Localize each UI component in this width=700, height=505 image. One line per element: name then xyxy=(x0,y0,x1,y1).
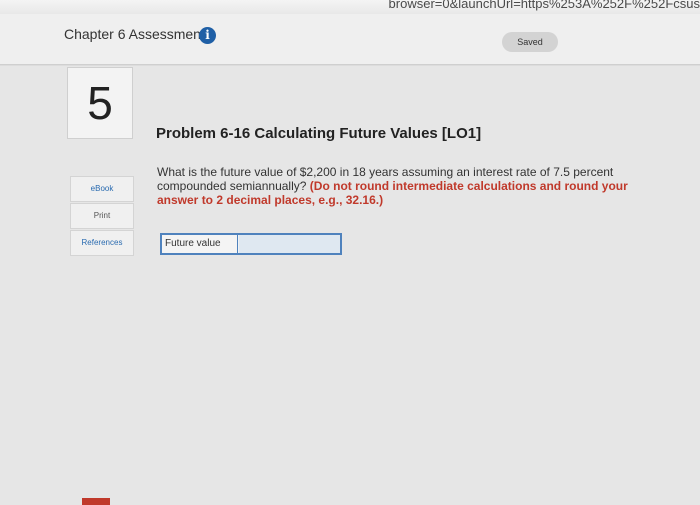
resource-links: eBook Print References xyxy=(70,176,134,257)
question-text: What is the future value of $2,200 in 18… xyxy=(157,165,657,207)
print-link[interactable]: Print xyxy=(70,203,134,229)
saved-status-badge: Saved xyxy=(502,32,558,52)
ebook-link[interactable]: eBook xyxy=(70,176,134,202)
future-value-label: Future value xyxy=(162,235,238,253)
browser-url-text: browser=0&launchUrl=https%253A%252F%252F… xyxy=(388,0,700,11)
references-link[interactable]: References xyxy=(70,230,134,256)
future-value-input[interactable] xyxy=(239,235,340,253)
question-number: 5 xyxy=(67,67,133,139)
browser-url-strip: browser=0&launchUrl=https%253A%252F%252F… xyxy=(0,0,700,15)
info-icon[interactable]: i xyxy=(199,27,216,44)
problem-title: Problem 6-16 Calculating Future Values [… xyxy=(156,125,482,142)
publisher-logo xyxy=(82,498,110,505)
chapter-title: Chapter 6 Assessment xyxy=(64,26,205,42)
future-value-answer-row: Future value xyxy=(160,233,342,255)
